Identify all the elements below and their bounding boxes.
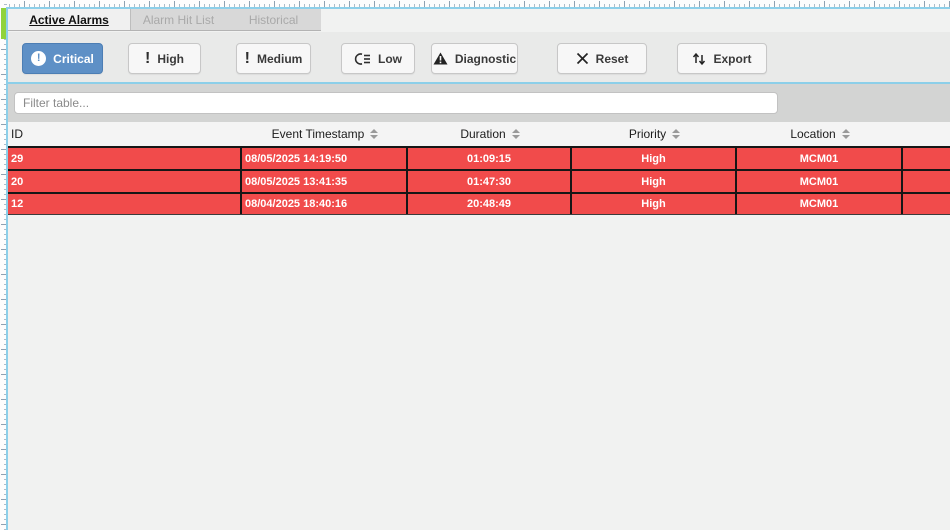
column-label: Event Timestamp [272,127,365,141]
cell-duration: 20:48:49 [408,194,572,214]
cell-partial [903,194,950,214]
column-header-priority[interactable]: Priority [572,122,737,146]
cell-partial [903,171,950,192]
cell-partial [903,148,950,169]
tab-bar: Active Alarms Alarm Hit List Historical [8,9,321,31]
sort-arrows-icon [512,129,520,139]
cell-event-timestamp: 08/05/2025 13:41:35 [242,171,408,192]
diagnostic-filter-button[interactable]: Diagnostic [431,43,518,74]
cell-event-timestamp: 08/05/2025 14:19:50 [242,148,408,169]
alarm-screen: { "colors": { "accent_blue": "#5e90c6", … [0,0,950,530]
table-header-row: ID Event Timestamp Duration Priority Loc… [8,122,950,146]
cell-location: MCM01 [737,148,903,169]
cell-id: 12 [8,194,242,214]
cell-duration: 01:47:30 [408,171,572,192]
column-header-duration[interactable]: Duration [408,122,572,146]
cell-location: MCM01 [737,171,903,192]
tab-historical[interactable]: Historical [226,9,321,30]
exclamation-icon: ! [145,52,150,66]
low-filter-button[interactable]: Low [341,43,415,74]
horizontal-ruler [0,0,950,7]
column-header-id[interactable]: ID [8,122,242,146]
cell-duration: 01:09:15 [408,148,572,169]
column-label: Duration [460,127,505,141]
tab-active-alarms[interactable]: Active Alarms [8,9,131,30]
filter-bar [8,84,950,122]
exclamation-icon: ! [245,52,250,66]
cell-id: 20 [8,171,242,192]
edit-marker-bar [1,8,6,39]
sort-arrows-icon [672,129,680,139]
exclamation-circle-icon: ! [31,51,46,66]
column-header-location[interactable]: Location [737,122,903,146]
active-alarms-table: ID Event Timestamp Duration Priority Loc… [8,122,950,215]
button-label: Diagnostic [455,52,516,66]
column-label: ID [11,127,23,141]
export-button[interactable]: Export [677,43,767,74]
medium-filter-button[interactable]: ! Medium [236,43,311,74]
cell-id: 29 [8,148,242,169]
priority-filter-toolbar: ! Critical ! High ! Medium Low Diagno [8,32,950,82]
sort-arrows-icon [842,129,850,139]
close-x-icon [576,52,589,65]
button-label: Low [378,52,402,66]
button-label: High [157,52,184,66]
filter-table-input[interactable] [14,92,778,114]
button-label: Critical [53,52,94,66]
button-label: Reset [596,52,629,66]
column-label: Priority [629,127,666,141]
warning-triangle-icon [433,52,448,65]
cell-priority: High [572,194,737,214]
column-header-partial [903,122,950,146]
alarm-row[interactable]: 12 08/04/2025 18:40:16 20:48:49 High MCM… [8,192,950,215]
up-down-arrows-icon [692,52,706,66]
cell-location: MCM01 [737,194,903,214]
cell-priority: High [572,148,737,169]
critical-filter-button[interactable]: ! Critical [22,43,103,74]
low-priority-icon [354,52,371,66]
cell-event-timestamp: 08/04/2025 18:40:16 [242,194,408,214]
button-label: Export [713,52,751,66]
sort-arrows-icon [370,129,378,139]
column-header-event-timestamp[interactable]: Event Timestamp [242,122,408,146]
cell-priority: High [572,171,737,192]
reset-button[interactable]: Reset [557,43,647,74]
alarm-row[interactable]: 29 08/05/2025 14:19:50 01:09:15 High MCM… [8,146,950,169]
high-filter-button[interactable]: ! High [128,43,201,74]
tab-alarm-hit-list[interactable]: Alarm Hit List [131,9,226,30]
button-label: Medium [257,52,302,66]
column-label: Location [790,127,835,141]
alarm-row[interactable]: 20 08/05/2025 13:41:35 01:47:30 High MCM… [8,169,950,192]
